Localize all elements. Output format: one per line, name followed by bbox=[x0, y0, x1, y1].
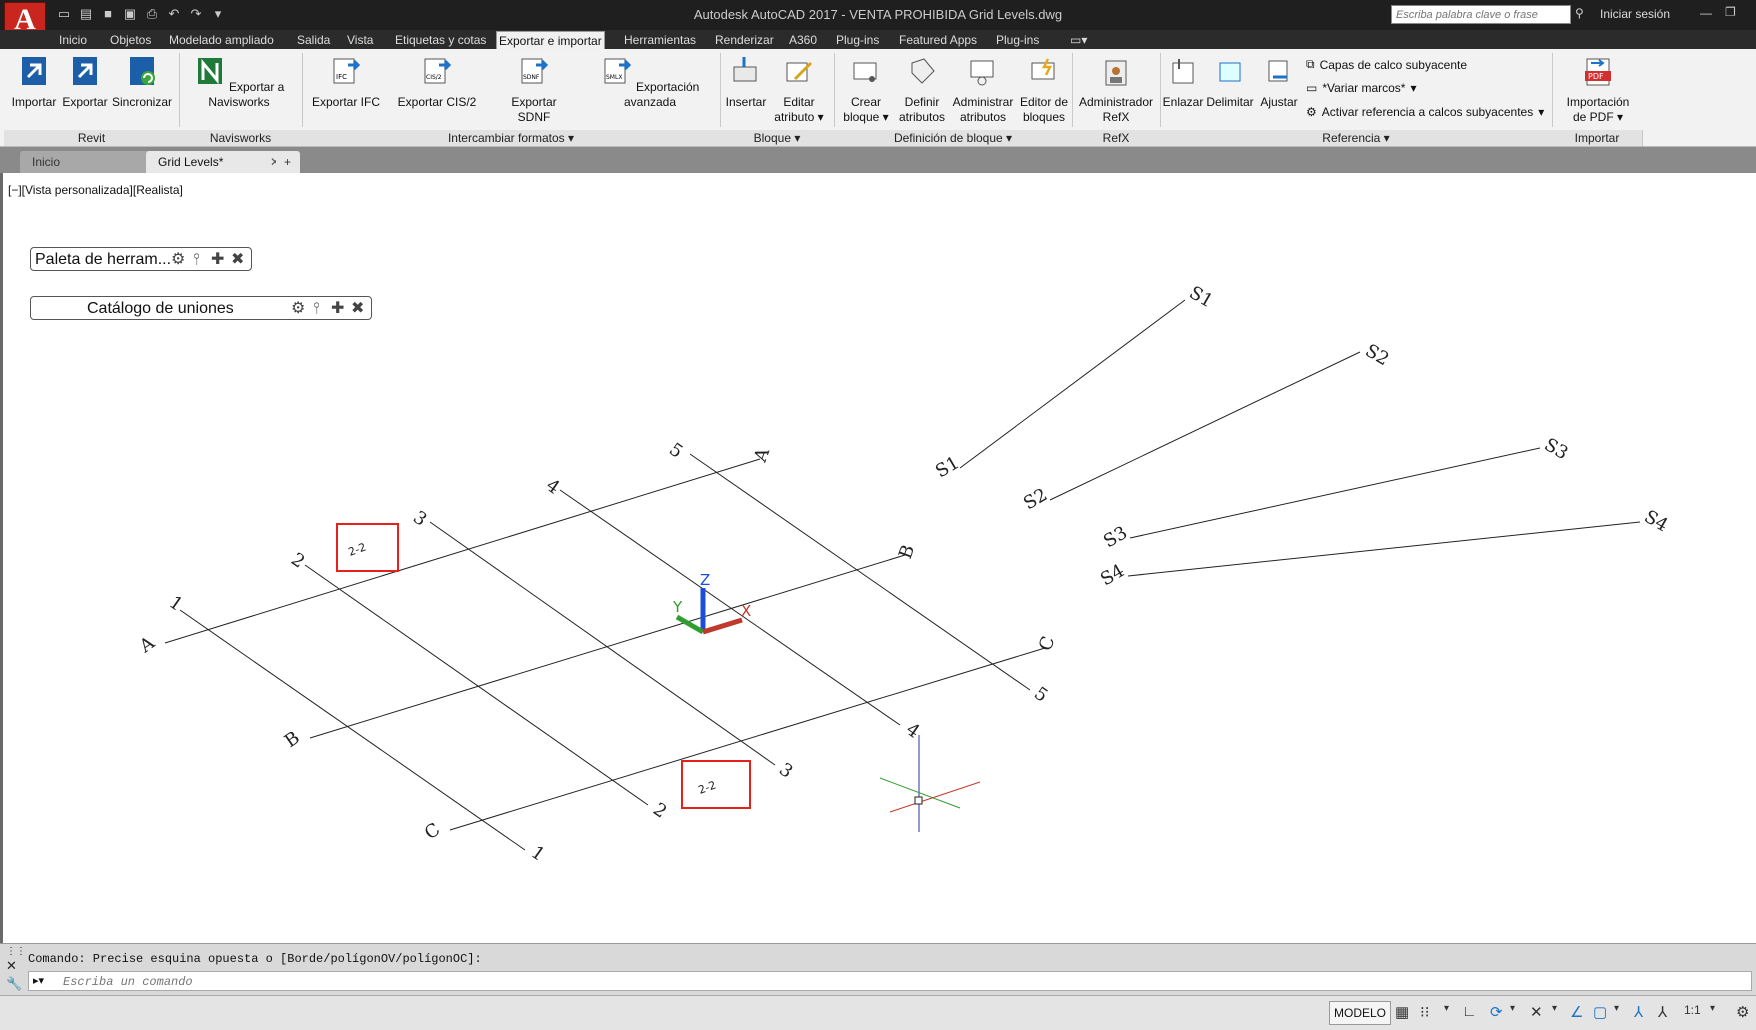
grid-line-s1 bbox=[959, 299, 1186, 469]
command-input-box[interactable]: ▸▾ bbox=[28, 971, 1752, 991]
grid-line-1 bbox=[179, 609, 526, 851]
command-input[interactable] bbox=[61, 974, 1665, 990]
label-5-end: 5 bbox=[1030, 683, 1051, 707]
label-c-start: C bbox=[421, 819, 444, 844]
isodraft-icon[interactable]: ✕ bbox=[1530, 1003, 1543, 1021]
ortho-icon[interactable]: ∟ bbox=[1462, 1003, 1477, 1020]
model-space-button[interactable]: MODELO bbox=[1329, 1001, 1392, 1025]
grid-line-3 bbox=[429, 521, 776, 766]
grid-line-4 bbox=[559, 489, 901, 726]
ucs-x-axis bbox=[702, 617, 743, 635]
label-2-end: 2 bbox=[649, 799, 670, 823]
chevron-down-icon[interactable]: ▾ bbox=[1710, 1003, 1715, 1014]
grid-line-2 bbox=[304, 564, 649, 806]
wrench-icon[interactable]: 🔧 bbox=[6, 976, 22, 992]
grid-line-a bbox=[164, 458, 761, 644]
chevron-down-icon[interactable]: ▾ bbox=[1510, 1003, 1515, 1014]
label-s2-end: S2 bbox=[1362, 340, 1393, 370]
grid-line-5 bbox=[689, 453, 1031, 691]
ucs-icon: Z Y X bbox=[672, 571, 751, 635]
grid-line-s2 bbox=[1049, 351, 1361, 501]
auto-scale-icon[interactable]: ⅄ bbox=[1658, 1003, 1667, 1021]
label-4-start: 4 bbox=[542, 475, 563, 499]
annotation-visibility-icon[interactable]: ⅄ bbox=[1634, 1003, 1643, 1021]
label-s1-end: S1 bbox=[1186, 282, 1217, 312]
grip-icon[interactable]: ⋮⋮ bbox=[6, 946, 26, 957]
ucs-x-label: X bbox=[741, 602, 751, 620]
grid-drawing: A A B B C C 1 1 2 2 3 3 4 4 5 5 S1 S1 S2… bbox=[135, 282, 1672, 866]
command-history: Comando: Precise esquina opuesta o [Bord… bbox=[28, 952, 482, 966]
label-s4-end: S4 bbox=[1641, 506, 1672, 536]
chevron-down-icon[interactable]: ▾ bbox=[1444, 1003, 1449, 1014]
crosshair-cursor bbox=[879, 735, 981, 832]
label-c-end: C bbox=[1035, 634, 1059, 654]
snap-mode-icon[interactable]: ⁝⁝ bbox=[1420, 1003, 1430, 1021]
ucs-z-label: Z bbox=[700, 571, 710, 589]
label-3-start: 3 bbox=[409, 507, 430, 531]
label-2-start: 2 bbox=[287, 549, 308, 573]
label-3-end: 3 bbox=[775, 759, 796, 783]
grid-labels: A A B B C C 1 1 2 2 3 3 4 4 5 5 S1 S1 S2… bbox=[135, 282, 1672, 866]
label-s1-start: S1 bbox=[932, 452, 963, 482]
object-snap-tracking-icon[interactable]: ∠ bbox=[1570, 1003, 1583, 1021]
label-s4-start: S4 bbox=[1097, 560, 1128, 590]
workspace-gear-icon[interactable]: ⚙ bbox=[1736, 1003, 1749, 1021]
label-b-start: B bbox=[281, 727, 304, 752]
label-s3-end: S3 bbox=[1541, 434, 1572, 464]
label-s2-start: S2 bbox=[1020, 484, 1051, 514]
highlight-label-bottom: 2-2 bbox=[697, 778, 718, 796]
label-b-end: B bbox=[895, 542, 919, 562]
grid-lines bbox=[164, 299, 1641, 851]
grid-line-c bbox=[449, 647, 1046, 831]
label-5-start: 5 bbox=[665, 439, 686, 463]
ucs-y-axis bbox=[675, 614, 705, 635]
label-a-end: A bbox=[750, 444, 775, 465]
chevron-down-icon[interactable]: ▾ bbox=[1552, 1003, 1557, 1014]
polar-tracking-icon[interactable]: ⟳ bbox=[1490, 1003, 1503, 1021]
grid-display-icon[interactable]: ▦ bbox=[1395, 1003, 1409, 1021]
highlight-label-top: 2-2 bbox=[347, 540, 368, 558]
grid-line-s4 bbox=[1127, 521, 1641, 577]
highlight-box-bottom bbox=[681, 760, 751, 809]
grid-line-s3 bbox=[1129, 447, 1541, 539]
label-a-start: A bbox=[135, 632, 159, 658]
status-bar: MODELO ▦ ⁝⁝ ▾ ∟ ⟳ ▾ ✕ ▾ ∠ ▢ ▾ ⅄ ⅄ 1:1 ▾ … bbox=[0, 995, 1756, 1030]
label-4-end: 4 bbox=[902, 719, 923, 743]
command-line-window: ⋮⋮ ✕ 🔧 Comando: Precise esquina opuesta … bbox=[0, 943, 1756, 996]
command-prompt-icon[interactable]: ▸▾ bbox=[33, 974, 44, 987]
object-snap-icon[interactable]: ▢ bbox=[1593, 1003, 1607, 1021]
label-1-end: 1 bbox=[527, 842, 548, 866]
chevron-down-icon[interactable]: ▾ bbox=[1614, 1003, 1619, 1014]
label-s3-start: S3 bbox=[1100, 522, 1131, 552]
ucs-y-label: Y bbox=[672, 598, 683, 616]
close-icon[interactable]: ✕ bbox=[6, 958, 17, 974]
annotation-scale[interactable]: 1:1 bbox=[1684, 1003, 1701, 1017]
